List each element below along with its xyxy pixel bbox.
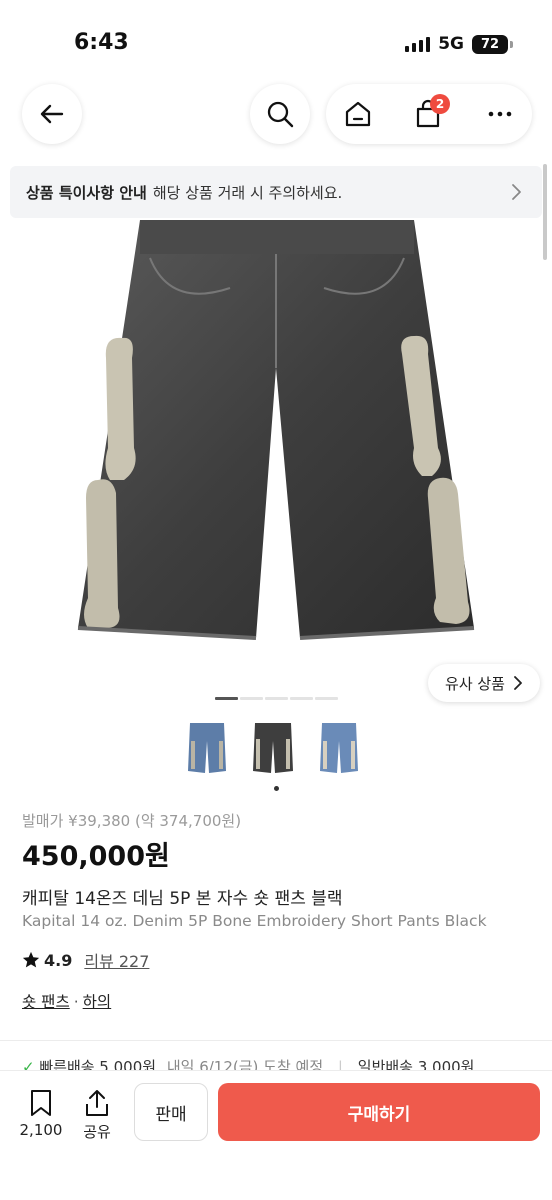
top-navigation: 2 bbox=[0, 84, 552, 148]
thumbnail-indicator bbox=[274, 786, 279, 791]
home-button[interactable] bbox=[342, 98, 374, 130]
star-icon bbox=[22, 951, 40, 968]
rating: 4.9 리뷰 227 bbox=[22, 948, 149, 972]
pager-segment bbox=[290, 697, 313, 700]
bookmark-icon bbox=[31, 1090, 51, 1116]
product-price: 450,000원 bbox=[22, 841, 170, 872]
category-separator: · bbox=[73, 993, 79, 1011]
category-breadcrumb: 숏 팬츠 · 하의 bbox=[22, 990, 111, 1012]
thumbnail-strip bbox=[180, 720, 366, 776]
pager-segment bbox=[315, 697, 338, 700]
bottom-action-bar: 2,100 공유 판매 구매하기 bbox=[0, 1070, 552, 1200]
chevron-right-icon bbox=[514, 676, 522, 690]
thumbnail-black[interactable] bbox=[246, 720, 300, 776]
sell-button[interactable]: 판매 bbox=[134, 1083, 208, 1141]
thumbnail-light-blue[interactable] bbox=[312, 720, 366, 776]
product-name-en: Kapital 14 oz. Denim 5P Bone Embroidery … bbox=[22, 912, 487, 930]
image-pager bbox=[215, 697, 338, 700]
pager-segment bbox=[240, 697, 263, 700]
product-image[interactable] bbox=[0, 218, 552, 688]
thumbnail-blue[interactable] bbox=[180, 720, 234, 776]
search-icon bbox=[267, 101, 294, 128]
chevron-right-icon bbox=[512, 184, 521, 200]
battery-icon: 72 bbox=[472, 34, 513, 54]
more-button[interactable] bbox=[484, 98, 516, 130]
more-icon bbox=[488, 111, 512, 117]
cart-badge: 2 bbox=[430, 94, 450, 114]
status-time: 6:43 bbox=[74, 30, 129, 55]
pager-segment bbox=[265, 697, 288, 700]
status-indicators: 5G 72 bbox=[405, 34, 513, 54]
reviews-link[interactable]: 리뷰 227 bbox=[84, 948, 149, 972]
buy-button[interactable]: 구매하기 bbox=[218, 1083, 540, 1141]
divider bbox=[0, 1040, 552, 1041]
home-icon bbox=[345, 101, 371, 127]
release-price: 발매가 ¥39,380 (약 374,700원) bbox=[22, 812, 242, 830]
share-icon bbox=[86, 1090, 108, 1116]
notice-banner[interactable]: 상품 특이사항 안내 해당 상품 거래 시 주의하세요. bbox=[10, 166, 542, 218]
back-button[interactable] bbox=[22, 84, 82, 144]
notice-title: 상품 특이사항 안내 bbox=[26, 183, 147, 202]
rating-value: 4.9 bbox=[44, 950, 73, 970]
share-button[interactable]: 공유 bbox=[74, 1089, 120, 1142]
notice-message: 해당 상품 거래 시 주의하세요. bbox=[152, 183, 343, 202]
pager-segment bbox=[215, 697, 238, 700]
product-name-ko: 캐피탈 14온즈 데님 5P 본 자수 숏 팬츠 블랙 bbox=[22, 889, 343, 909]
bookmark-count: 2,100 bbox=[19, 1121, 63, 1139]
nav-action-group: 2 bbox=[326, 84, 532, 144]
network-label: 5G bbox=[438, 34, 464, 54]
signal-icon bbox=[405, 36, 431, 52]
similar-products-label: 유사 상품 bbox=[445, 674, 505, 693]
bookmark-button[interactable]: 2,100 bbox=[18, 1089, 64, 1139]
similar-products-button[interactable]: 유사 상품 bbox=[428, 664, 540, 702]
category-parent-link[interactable]: 하의 bbox=[83, 993, 112, 1011]
share-label: 공유 bbox=[83, 1123, 111, 1141]
category-link[interactable]: 숏 팬츠 bbox=[22, 993, 70, 1011]
status-bar: 6:43 5G 72 bbox=[0, 0, 552, 90]
back-arrow-icon bbox=[40, 104, 64, 124]
search-button[interactable] bbox=[250, 84, 310, 144]
